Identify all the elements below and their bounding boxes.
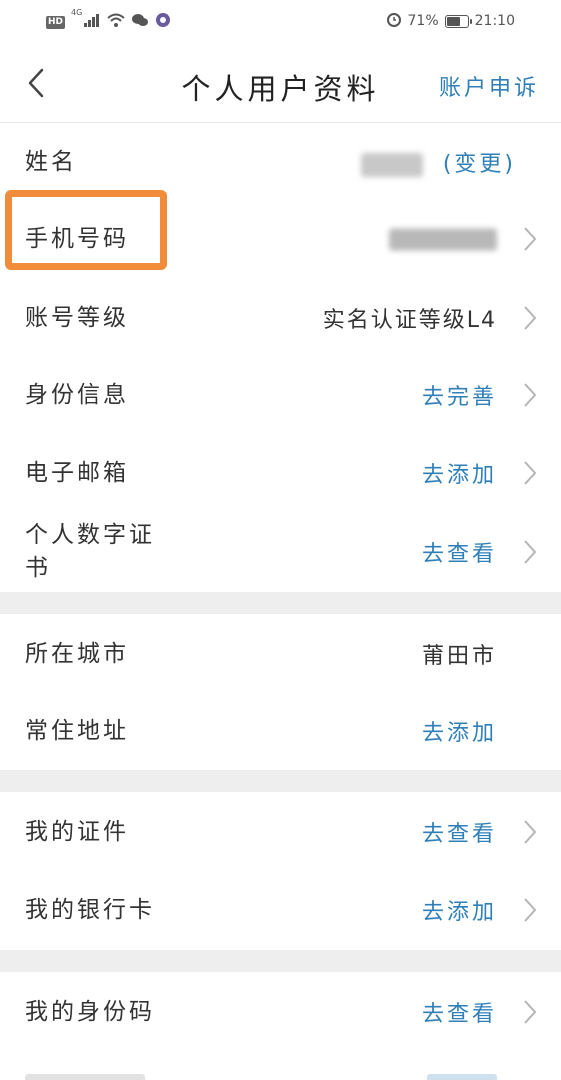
row-label-my-bank-card: 我的银行卡 <box>25 897 155 923</box>
row-label-name: 姓名 <box>25 149 77 175</box>
chevron-right-icon <box>524 540 537 564</box>
chevron-right-icon <box>524 383 537 407</box>
row-label-account-level: 账号等级 <box>25 305 129 331</box>
chevron-right-icon <box>524 1000 537 1024</box>
alarm-icon <box>386 11 402 31</box>
highlight-box <box>5 190 167 270</box>
digital-certificate-action: 去查看 <box>421 542 497 567</box>
status-bar-right: 71% 21:10 <box>386 11 515 31</box>
wechat-icon <box>131 13 149 31</box>
row-email[interactable]: 电子邮箱 去添加 <box>0 434 561 512</box>
nav-bar: 个人用户资料 账户申诉 <box>0 44 561 123</box>
wifi-icon <box>107 13 125 31</box>
my-id-code-action: 去查看 <box>421 1002 497 1027</box>
row-account-level[interactable]: 账号等级 实名认证等级L4 <box>0 279 561 357</box>
row-partial <box>0 1052 561 1080</box>
chevron-right-icon <box>524 820 537 844</box>
signal-icon: 4G <box>71 8 101 31</box>
hd-badge: HD <box>46 15 66 29</box>
blurred-name <box>360 153 423 177</box>
chevron-right-icon <box>524 227 537 251</box>
account-level-value: 实名认证等级L4 <box>322 308 497 333</box>
battery-fill <box>446 16 461 26</box>
row-my-bank-card[interactable]: 我的银行卡 去添加 <box>0 871 561 949</box>
change-name-link[interactable]: (变更) <box>443 152 516 177</box>
row-partial-action-placeholder <box>427 1074 497 1080</box>
row-partial-placeholder <box>25 1074 145 1080</box>
chevron-right-icon <box>524 306 537 330</box>
row-my-documents[interactable]: 我的证件 去查看 <box>0 793 561 871</box>
city-value: 莆田市 <box>421 644 497 669</box>
chevron-right-icon <box>524 461 537 485</box>
row-label-address: 常住地址 <box>25 718 129 744</box>
name-value: (变更) <box>360 146 516 178</box>
row-my-id-code[interactable]: 我的身份码 去查看 <box>0 973 561 1051</box>
status-bar: HD 4G 71% 21:10 <box>0 0 561 44</box>
blurred-phone <box>389 228 497 251</box>
my-documents-action: 去查看 <box>421 822 497 847</box>
app-notification-icon <box>155 12 171 32</box>
section-separator <box>0 770 561 792</box>
phone-value <box>389 227 497 252</box>
email-action: 去添加 <box>421 463 497 488</box>
row-label-identity-info: 身份信息 <box>25 382 129 408</box>
section-separator <box>0 950 561 972</box>
identity-info-action: 去完善 <box>421 385 497 410</box>
chevron-right-icon <box>524 898 537 922</box>
account-appeal-link[interactable]: 账户申诉 <box>439 70 539 102</box>
row-label-city: 所在城市 <box>25 641 129 667</box>
address-action: 去添加 <box>421 721 497 746</box>
network-type: 4G <box>71 8 83 17</box>
screen: HD 4G 71% 21:10 个人用户资料 账户申诉 姓名 (变更) 手机号码… <box>0 0 561 1080</box>
row-label-my-documents: 我的证件 <box>25 819 129 845</box>
battery-icon <box>444 14 472 28</box>
row-address[interactable]: 常住地址 去添加 <box>0 692 561 770</box>
row-label-digital-certificate: 个人数字证书 <box>25 522 155 581</box>
row-digital-certificate[interactable]: 个人数字证书 去查看 <box>0 512 561 592</box>
section-separator <box>0 592 561 614</box>
row-identity-info[interactable]: 身份信息 去完善 <box>0 356 561 434</box>
row-city: 所在城市 莆田市 <box>0 615 561 693</box>
status-bar-left: HD 4G <box>46 8 171 32</box>
battery-percent: 71% <box>407 13 439 29</box>
row-label-email: 电子邮箱 <box>25 460 129 486</box>
clock: 21:10 <box>474 13 515 29</box>
my-bank-card-action: 去添加 <box>421 900 497 925</box>
row-label-my-id-code: 我的身份码 <box>25 999 155 1025</box>
